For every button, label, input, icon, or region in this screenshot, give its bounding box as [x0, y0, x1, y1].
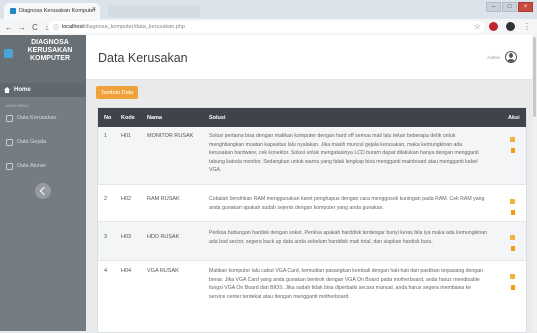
cell-nama: HDD RUSAK — [147, 234, 180, 240]
sidebar-item-label: Data Kerusakan — [17, 115, 57, 121]
back-icon[interactable]: ← — [5, 23, 13, 32]
sidebar-item-data-aturan[interactable]: Data Aturan — [0, 159, 86, 173]
window-controls: – □ × — [486, 2, 533, 12]
logo-line-1: DIAGNOSA — [31, 39, 69, 46]
toolbar-actions: ☆ ⋮ — [474, 22, 531, 31]
bookmark-star-icon[interactable]: ☆ — [474, 22, 481, 31]
browser-tab[interactable]: Diagnosa Kerusakan Komputer × — [4, 3, 100, 19]
edit-icon[interactable] — [510, 199, 515, 204]
list-icon — [6, 114, 13, 122]
cell-no: 4 — [104, 268, 108, 274]
maximize-button[interactable]: □ — [502, 2, 517, 12]
tab-title: Diagnosa Kerusakan Komputer — [19, 8, 96, 14]
list-icon — [6, 138, 13, 146]
sidebar-item-data-kerusakan[interactable]: Data Kerusakan — [0, 111, 86, 125]
header-nama: Nama — [147, 115, 162, 121]
extension-icon[interactable] — [506, 22, 515, 31]
browser-tab-strip: Diagnosa Kerusakan Komputer × – □ × — [0, 0, 537, 19]
cell-kode: H02 — [121, 196, 132, 202]
user-name: Admin — [487, 54, 500, 60]
chevron-left-icon — [39, 186, 49, 196]
address-bar[interactable]: ⓘ localhost/diagnosa_komputer/data_kerus… — [48, 21, 484, 33]
close-window-button[interactable]: × — [518, 2, 533, 12]
cell-solusi: Matikan komputer lalu cabut VGA Card, ke… — [209, 268, 483, 300]
reload-icon[interactable]: C — [31, 23, 39, 32]
sidebar: DIAGNOSA KERUSAKAN KOMPUTER Home MAIN ME… — [0, 35, 86, 331]
cell-nama: RAM RUSAK — [147, 196, 180, 202]
cell-solusi: Solusi pertama bisa dengan matikan kompu… — [209, 133, 479, 174]
data-table: No Kode Nama Solusi Aksi 1 H01 MONITOR R… — [97, 107, 527, 333]
cell-solusi: Periksa hubungan hardisk dengan soket. P… — [209, 230, 487, 245]
delete-icon[interactable] — [511, 210, 515, 215]
table-row: 2 H02 RAM RUSAK Cobalah bersihkan RAM me… — [98, 185, 526, 222]
sidebar-item-home[interactable]: Home — [0, 83, 86, 97]
edit-icon[interactable] — [510, 274, 515, 279]
info-icon[interactable]: ⓘ — [53, 23, 59, 32]
page-header: Data Kerusakan Admin — [86, 35, 537, 80]
page-scrollbar[interactable] — [532, 35, 537, 331]
header-kode: Kode — [121, 115, 135, 121]
list-icon — [6, 162, 13, 170]
cell-kode: H04 — [121, 268, 132, 274]
url-host: localhost — [62, 24, 84, 30]
table-row: 4 H04 VGA RUSAK Matikan komputer lalu ca… — [98, 261, 526, 332]
cell-kode: H01 — [121, 133, 132, 139]
row-actions — [510, 235, 515, 251]
delete-icon[interactable] — [511, 285, 515, 290]
cell-no: 3 — [104, 234, 108, 240]
delete-icon[interactable] — [511, 246, 515, 251]
browser-toolbar: ← → C ⌂ ⓘ localhost/diagnosa_komputer/da… — [0, 19, 537, 36]
sidebar-item-label: Data Gejala — [17, 139, 47, 145]
logo-icon — [4, 49, 13, 58]
forward-icon[interactable]: → — [18, 23, 26, 32]
logo-line-2: KERUSAKAN — [27, 47, 73, 54]
edit-icon[interactable] — [510, 137, 515, 142]
cell-no: 2 — [104, 196, 108, 202]
app-logo: DIAGNOSA KERUSAKAN KOMPUTER — [0, 35, 86, 83]
browser-menu-icon[interactable]: ⋮ — [523, 22, 531, 31]
table-row: 3 H03 HDD RUSAK Periksa hubungan hardisk… — [98, 222, 526, 261]
minimize-button[interactable]: – — [486, 2, 501, 12]
row-actions — [510, 137, 515, 153]
header-aksi: Aksi — [508, 115, 520, 121]
cell-solusi: Cobalah bersihkan RAM menggunakan karet … — [209, 196, 485, 211]
row-actions — [510, 274, 515, 290]
cell-kode: H03 — [121, 234, 132, 240]
opera-extension-icon[interactable] — [489, 22, 498, 31]
home-icon — [4, 87, 10, 93]
new-tab-area[interactable] — [108, 5, 200, 17]
tab-close-icon[interactable]: × — [92, 6, 96, 13]
add-data-button[interactable]: Tambah Data — [96, 86, 138, 99]
user-menu[interactable]: Admin — [487, 51, 517, 63]
sidebar-section-label: MAIN MENU — [6, 103, 29, 108]
sidebar-item-label: Data Aturan — [17, 163, 47, 169]
header-no: No — [104, 115, 112, 121]
page-title: Data Kerusakan — [98, 51, 188, 65]
sidebar-item-data-gejala[interactable]: Data Gejala — [0, 135, 86, 149]
row-actions — [510, 199, 515, 215]
avatar-icon[interactable] — [505, 51, 517, 63]
url-path: /diagnosa_komputer/data_kerusakan.php — [83, 24, 185, 30]
cell-nama: VGA RUSAK — [147, 268, 179, 274]
edit-icon[interactable] — [510, 235, 515, 240]
favicon-icon — [10, 8, 16, 14]
table-row: 1 H01 MONITOR RUSAK Solusi pertama bisa … — [98, 127, 526, 185]
delete-icon[interactable] — [511, 148, 515, 153]
scrollbar-thumb[interactable] — [533, 37, 536, 117]
logo-line-3: KOMPUTER — [29, 55, 71, 62]
sidebar-home-label: Home — [14, 87, 31, 93]
table-header: No Kode Nama Solusi Aksi — [98, 108, 526, 127]
sidebar-collapse-button[interactable] — [35, 183, 51, 199]
cell-no: 1 — [104, 133, 108, 139]
header-solusi: Solusi — [209, 115, 226, 121]
cell-nama: MONITOR RUSAK — [147, 133, 194, 139]
